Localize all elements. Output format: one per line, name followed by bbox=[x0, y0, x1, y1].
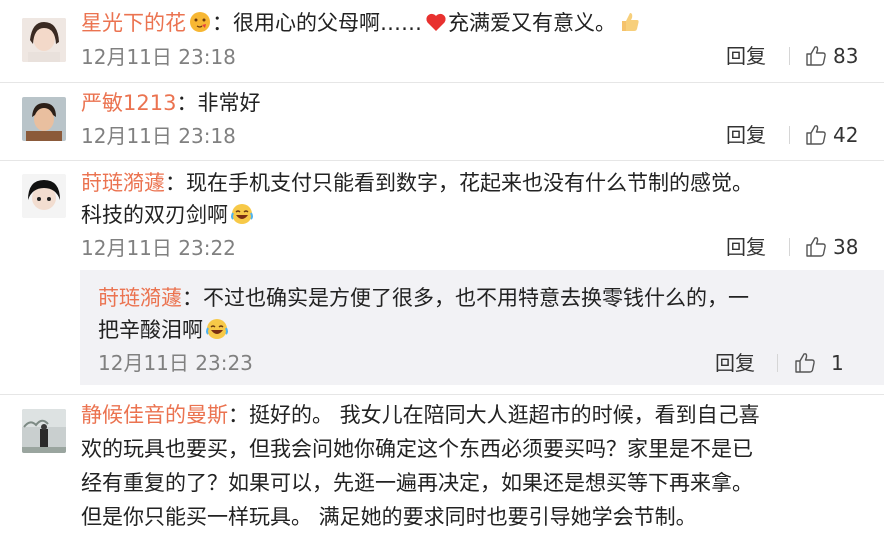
comment-text-cont: 科技的双刃剑啊 bbox=[81, 203, 228, 227]
avatar[interactable] bbox=[22, 409, 66, 453]
like-count: 42 bbox=[833, 123, 859, 147]
laughing-crying-emoji-icon bbox=[203, 318, 229, 342]
comment-text-line-2: 欢的玩具也要买，但我会问她你确定这个东西必须要买吗？家里是不是已 bbox=[81, 437, 753, 461]
comment-text: 非常好 bbox=[197, 91, 261, 115]
laughing-crying-emoji-icon bbox=[228, 203, 254, 227]
reply-button[interactable]: 回复 bbox=[715, 349, 755, 377]
avatar[interactable] bbox=[22, 174, 66, 218]
divider bbox=[0, 82, 884, 83]
comment-text: 现在手机支付只能看到数字，花起来也没有什么节制的感觉。 bbox=[186, 171, 753, 195]
reply-button[interactable]: 回复 bbox=[726, 121, 766, 149]
timestamp: 12月11日 23:22 bbox=[81, 236, 236, 260]
reply-text-cont: 把辛酸泪啊 bbox=[98, 318, 203, 342]
avatar-image-icon bbox=[22, 97, 66, 141]
divider-bar bbox=[789, 47, 790, 65]
comment-text: 很用心的父母啊…… bbox=[233, 11, 422, 35]
reply-button[interactable]: 回复 bbox=[726, 42, 766, 70]
divider bbox=[0, 160, 884, 161]
comment-text-line-4: 但是你只能买一样玩具。 满足她的要求同时也要引导她学会节制。 bbox=[81, 505, 697, 529]
divider bbox=[0, 394, 884, 395]
username[interactable]: 莳琏漪蘧 bbox=[98, 286, 182, 310]
comment-text-cont: 充满爱又有意义。 bbox=[448, 11, 616, 35]
avatar[interactable] bbox=[22, 97, 66, 141]
thumbs-up-icon[interactable] bbox=[793, 351, 817, 375]
avatar-image-icon bbox=[22, 174, 66, 218]
username[interactable]: 静候佳音的曼斯 bbox=[81, 403, 228, 427]
divider-bar bbox=[789, 238, 790, 256]
heart-emoji-icon bbox=[422, 11, 448, 35]
like-count: 38 bbox=[833, 235, 859, 259]
reply-button[interactable]: 回复 bbox=[726, 233, 766, 261]
thumbs-up-icon[interactable] bbox=[804, 44, 828, 68]
kiss-emoji-icon bbox=[186, 11, 212, 35]
comment-text-line-3: 经有重复的了？如果可以，先逛一遍再决定，如果还是想买等下再来拿。 bbox=[81, 471, 753, 495]
reply-text: 不过也确实是方便了很多，也不用特意去换零钱什么的，一 bbox=[203, 286, 749, 310]
username[interactable]: 星光下的花 bbox=[81, 11, 186, 35]
divider-bar bbox=[789, 126, 790, 144]
like-count: 83 bbox=[833, 44, 859, 68]
thumbs-up-icon[interactable] bbox=[804, 235, 828, 259]
username[interactable]: 严敏1213 bbox=[81, 91, 176, 115]
avatar-image-icon bbox=[22, 409, 66, 453]
timestamp: 12月11日 23:18 bbox=[81, 124, 236, 148]
thumbs-up-emoji-icon bbox=[616, 11, 642, 35]
username[interactable]: 莳琏漪蘧 bbox=[81, 171, 165, 195]
timestamp: 12月11日 23:23 bbox=[98, 351, 253, 375]
thumbs-up-icon[interactable] bbox=[804, 123, 828, 147]
like-count: 1 bbox=[831, 351, 844, 375]
avatar-image-icon bbox=[22, 18, 66, 62]
comment-text: 挺好的。 我女儿在陪同大人逛超市的时候，看到自己喜 bbox=[249, 403, 760, 427]
divider-bar bbox=[777, 354, 778, 372]
avatar[interactable] bbox=[22, 18, 66, 62]
timestamp: 12月11日 23:18 bbox=[81, 45, 236, 69]
